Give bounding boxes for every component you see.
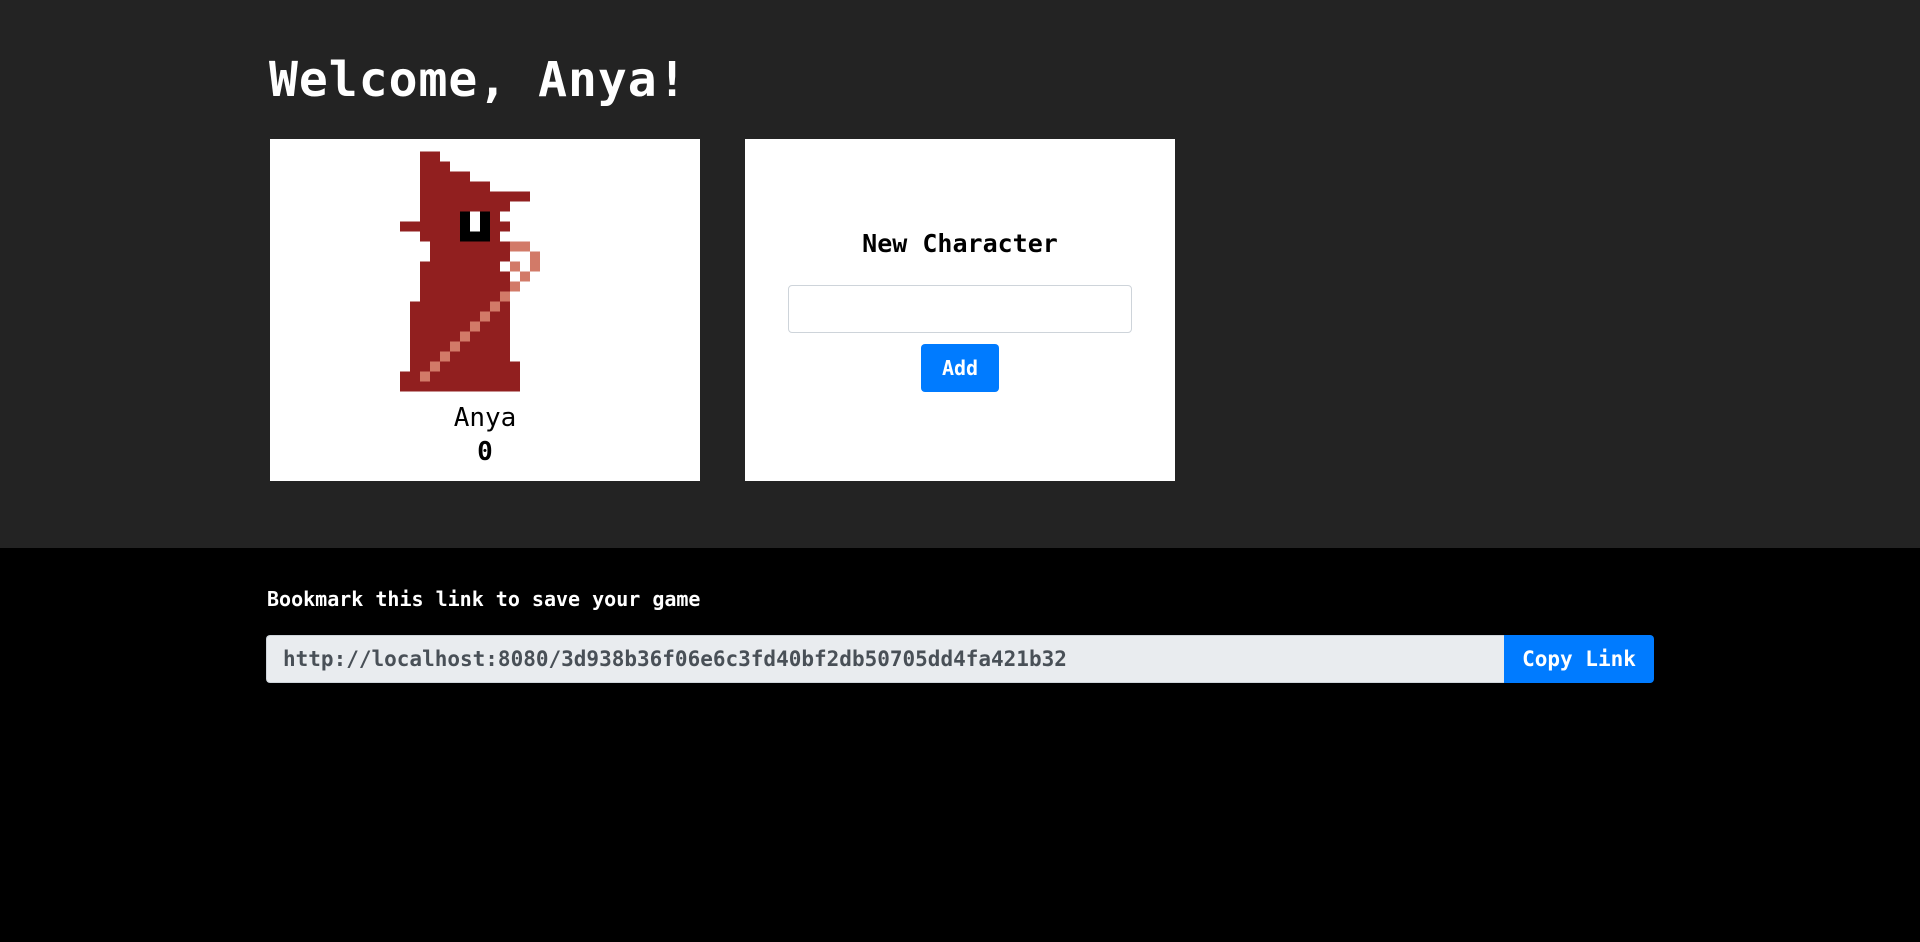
new-character-card: New Character Add	[745, 139, 1175, 481]
new-character-title: New Character	[862, 229, 1058, 258]
character-score: 0	[477, 437, 493, 467]
save-link-field[interactable]: http://localhost:8080/3d938b36f06e6c3fd4…	[266, 635, 1504, 683]
page-title: Welcome, Anya!	[269, 52, 688, 108]
copy-link-button[interactable]: Copy Link	[1504, 635, 1654, 683]
add-button[interactable]: Add	[921, 344, 999, 392]
main-section: Welcome, Anya! Anya 0 New Character Add	[0, 0, 1920, 548]
red-wizard-icon	[400, 151, 540, 392]
character-name: Anya	[453, 403, 517, 433]
character-name-input[interactable]	[788, 285, 1132, 333]
save-link-group: http://localhost:8080/3d938b36f06e6c3fd4…	[266, 635, 1654, 683]
bookmark-label: Bookmark this link to save your game	[267, 587, 701, 611]
character-card[interactable]: Anya 0	[270, 139, 700, 481]
